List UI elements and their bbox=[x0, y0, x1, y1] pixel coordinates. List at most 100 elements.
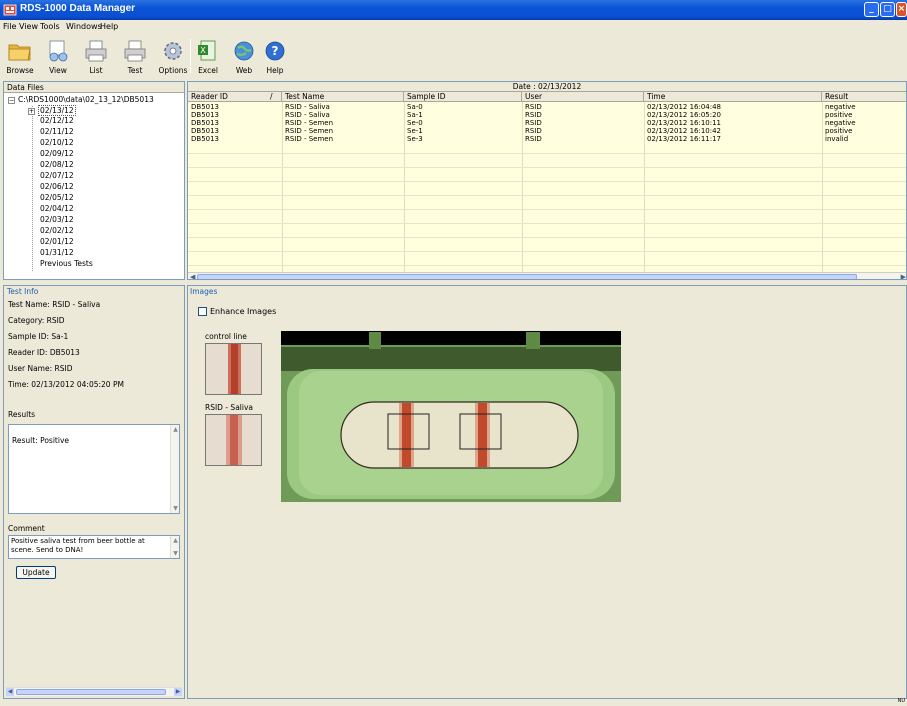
enhance-images-checkbox[interactable]: Enhance Images bbox=[198, 307, 276, 316]
tree-item-date[interactable]: 02/03/12 bbox=[40, 215, 74, 224]
tree-item-date[interactable]: 02/12/12 bbox=[40, 116, 74, 125]
help-button[interactable]: ? Help bbox=[255, 35, 295, 79]
cell-test-name: RSID - Semen bbox=[285, 135, 334, 143]
cell-test-name: RSID - Saliva bbox=[285, 111, 330, 119]
title-bar[interactable]: RDS-1000 Data Manager _ □ × bbox=[0, 0, 907, 20]
expand-icon[interactable]: + bbox=[28, 107, 35, 115]
column-header-result[interactable]: Result bbox=[822, 92, 906, 102]
column-header-label: Reader ID bbox=[191, 92, 228, 101]
cell-test-name: RSID - Saliva bbox=[285, 103, 330, 111]
table-row[interactable]: DB5013 RSID - Saliva Sa-1 RSID 02/13/201… bbox=[188, 111, 906, 119]
menu-help[interactable]: Help bbox=[100, 22, 118, 31]
tree-item-date[interactable]: 02/11/12 bbox=[40, 127, 74, 136]
enhance-images-label: Enhance Images bbox=[210, 307, 277, 316]
results-vertical-scrollbar[interactable]: ▲ ▼ bbox=[170, 425, 179, 513]
tree-item-date[interactable]: 02/10/12 bbox=[40, 138, 74, 147]
comment-vertical-scrollbar[interactable]: ▲ ▼ bbox=[170, 536, 179, 558]
cell-user: RSID bbox=[525, 103, 542, 111]
user-name-info: User Name: RSID bbox=[8, 364, 73, 373]
minimize-button[interactable]: _ bbox=[864, 2, 879, 17]
table-row[interactable]: DB5013 RSID - Saliva Sa-0 RSID 02/13/201… bbox=[188, 103, 906, 111]
tree-root[interactable]: − C:\RDS1000\data\02_13_12\DB5013 bbox=[8, 95, 154, 104]
collapse-icon[interactable]: − bbox=[8, 96, 15, 104]
grid-horizontal-scrollbar[interactable]: ◀ ▶ bbox=[188, 272, 906, 279]
table-row[interactable]: DB5013 RSID - Semen Se-1 RSID 02/13/2012… bbox=[188, 127, 906, 135]
cell-result: negative bbox=[825, 119, 856, 127]
cell-user: RSID bbox=[525, 119, 542, 127]
test-button[interactable]: Test bbox=[115, 35, 155, 79]
menu-file[interactable]: File bbox=[3, 22, 16, 31]
browse-button[interactable]: Browse bbox=[0, 35, 40, 79]
row-divider bbox=[188, 153, 906, 154]
tree-item-date[interactable]: 02/08/12 bbox=[40, 160, 74, 169]
cell-result: positive bbox=[825, 127, 853, 135]
test-strip-image bbox=[281, 331, 621, 502]
results-textbox[interactable]: Result: Positive ▲ ▼ bbox=[8, 424, 180, 514]
table-row[interactable]: DB5013 RSID - Semen Se-3 RSID 02/13/2012… bbox=[188, 135, 906, 143]
tree-root-label: C:\RDS1000\data\02_13_12\DB5013 bbox=[18, 95, 154, 104]
tree-item-date[interactable]: 02/01/12 bbox=[40, 237, 74, 246]
close-button[interactable]: × bbox=[896, 2, 907, 17]
list-button[interactable]: List bbox=[76, 35, 116, 79]
table-row[interactable]: DB5013 RSID - Semen Se-0 RSID 02/13/2012… bbox=[188, 119, 906, 127]
tree-item-date[interactable]: 02/07/12 bbox=[40, 171, 74, 180]
left-horizontal-scrollbar[interactable]: ◀ ▶ bbox=[6, 687, 182, 696]
column-header-user[interactable]: User bbox=[522, 92, 644, 102]
browse-label: Browse bbox=[6, 66, 34, 75]
cell-user: RSID bbox=[525, 111, 542, 119]
view-button[interactable]: View bbox=[38, 35, 78, 79]
tree-item-date[interactable]: 02/02/12 bbox=[40, 226, 74, 235]
tree-item-date[interactable]: 02/04/12 bbox=[40, 204, 74, 213]
cell-sample-id: Se-1 bbox=[407, 127, 423, 135]
tree-item-date[interactable]: 02/06/12 bbox=[40, 182, 74, 191]
cell-sample-id: Se-3 bbox=[407, 135, 423, 143]
scroll-right-icon[interactable]: ▶ bbox=[174, 688, 182, 696]
maximize-button[interactable]: □ bbox=[880, 2, 895, 17]
tree-item-date[interactable]: +02/13/12 bbox=[28, 105, 76, 116]
cell-time: 02/13/2012 16:10:11 bbox=[647, 119, 722, 127]
excel-button[interactable]: X Excel bbox=[188, 35, 228, 79]
reader-id-info: Reader ID: DB5013 bbox=[8, 348, 80, 357]
time-info: Time: 02/13/2012 04:05:20 PM bbox=[8, 380, 124, 389]
rsid-saliva-thumbnail[interactable] bbox=[205, 414, 262, 466]
cell-result: invalid bbox=[825, 135, 849, 143]
test-info-header: Test Info bbox=[7, 287, 39, 296]
scroll-right-icon[interactable]: ▶ bbox=[901, 273, 906, 279]
tree-item-previous-tests[interactable]: Previous Tests bbox=[40, 259, 93, 268]
scroll-left-icon[interactable]: ◀ bbox=[6, 688, 14, 696]
tree-item-date[interactable]: 02/05/12 bbox=[40, 193, 74, 202]
printer-icon bbox=[85, 40, 107, 62]
scrollbar-thumb[interactable] bbox=[197, 274, 857, 279]
menu-windows[interactable]: Windows bbox=[66, 22, 102, 31]
update-button[interactable]: Update bbox=[16, 566, 56, 579]
scroll-down-icon[interactable]: ▼ bbox=[172, 550, 179, 557]
control-line-thumbnail[interactable] bbox=[205, 343, 262, 395]
options-button[interactable]: Options bbox=[153, 35, 193, 79]
column-header-test-name[interactable]: Test Name bbox=[282, 92, 404, 102]
tree-item-date[interactable]: 02/09/12 bbox=[40, 149, 74, 158]
globe-icon bbox=[234, 41, 254, 61]
cell-sample-id: Sa-0 bbox=[407, 103, 423, 111]
column-header-sample-id[interactable]: Sample ID bbox=[404, 92, 522, 102]
column-header-time[interactable]: Time bbox=[644, 92, 822, 102]
toolbar: Browse View List Test Options X Excel We… bbox=[0, 35, 907, 79]
scrollbar-thumb[interactable] bbox=[16, 689, 166, 695]
menu-view[interactable]: View bbox=[19, 22, 38, 31]
column-header-reader-id[interactable]: Reader ID / bbox=[188, 92, 282, 102]
images-panel: Images Enhance Images control line RSID … bbox=[187, 285, 907, 699]
scroll-up-icon[interactable]: ▲ bbox=[172, 426, 179, 433]
row-divider bbox=[188, 195, 906, 196]
row-divider bbox=[188, 167, 906, 168]
scroll-down-icon[interactable]: ▼ bbox=[172, 505, 179, 512]
scroll-left-icon[interactable]: ◀ bbox=[190, 273, 195, 279]
scroll-up-icon[interactable]: ▲ bbox=[172, 537, 179, 544]
row-divider bbox=[188, 237, 906, 238]
tree-item-date[interactable]: 01/31/12 bbox=[40, 248, 74, 257]
menu-tools[interactable]: Tools bbox=[40, 22, 60, 31]
comment-textbox[interactable]: Positive saliva test from beer bottle at… bbox=[8, 535, 180, 559]
svg-text:X: X bbox=[200, 46, 206, 55]
excel-icon: X bbox=[198, 40, 216, 61]
window-title: RDS-1000 Data Manager bbox=[20, 3, 136, 14]
checkbox-box[interactable] bbox=[198, 307, 207, 316]
images-header: Images bbox=[190, 287, 218, 296]
